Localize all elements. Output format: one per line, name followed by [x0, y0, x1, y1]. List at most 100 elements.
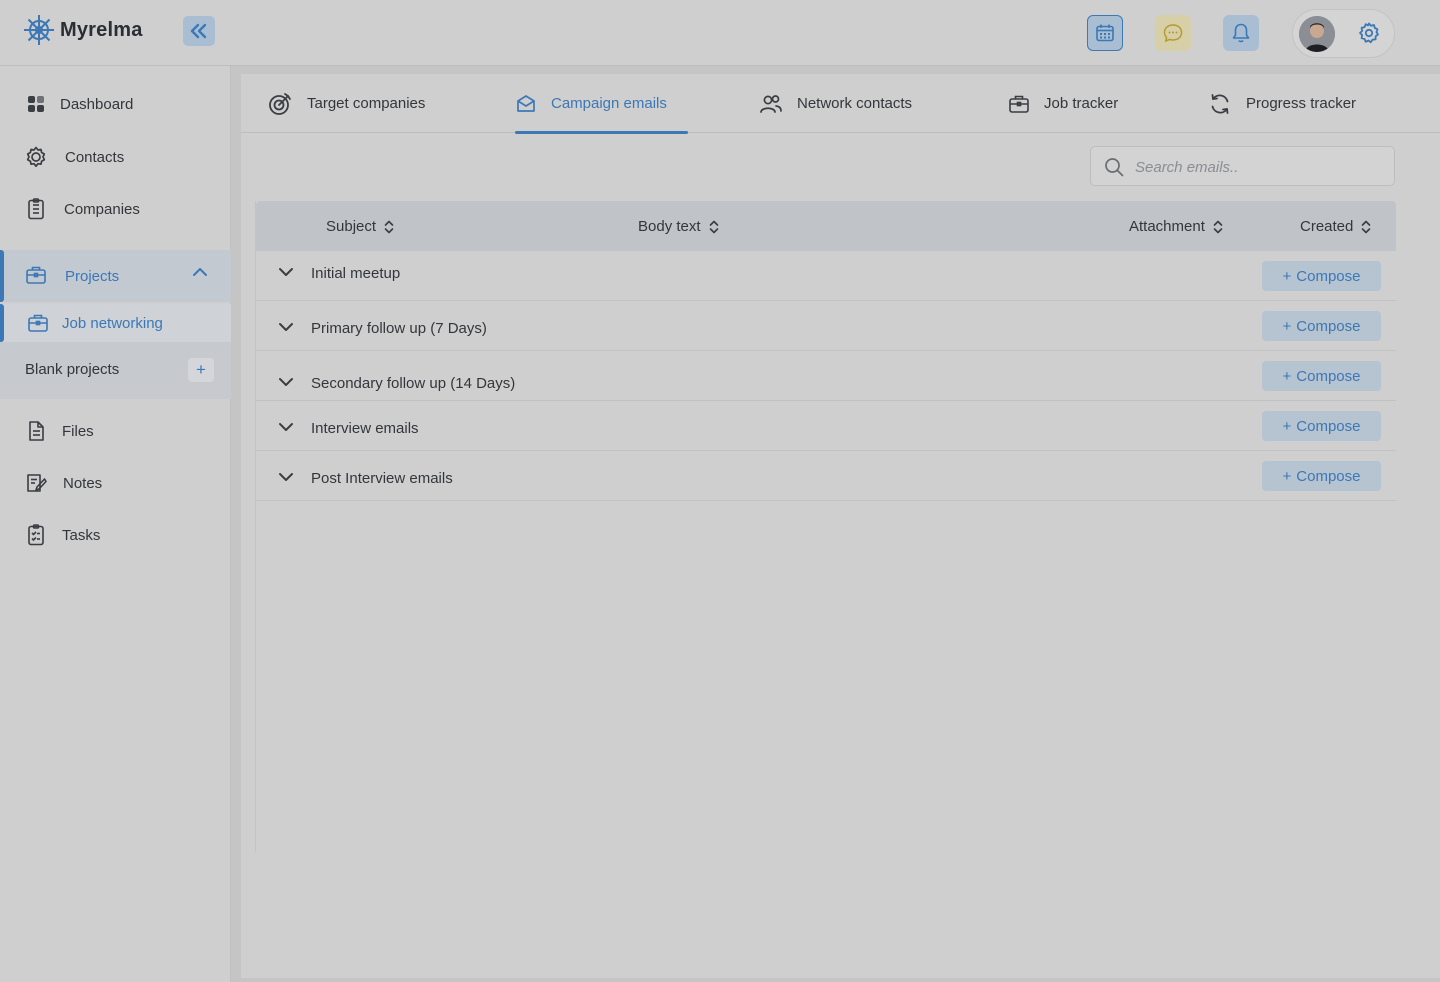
column-label: Subject — [326, 218, 377, 235]
tab-label: Campaign emails — [551, 95, 667, 112]
sidebar-item-notes[interactable]: Notes — [0, 463, 231, 503]
chat-button[interactable] — [1155, 15, 1191, 51]
add-blank-project-button[interactable]: + — [188, 358, 214, 382]
compose-button[interactable]: + Compose — [1262, 261, 1381, 291]
row-subject: Initial meetup — [311, 265, 401, 282]
table-row[interactable]: Post Interview emails + Compose — [256, 451, 1396, 501]
sidebar-item-label: Files — [62, 422, 94, 440]
sidebar-item-dashboard[interactable]: Dashboard — [0, 84, 231, 124]
calendar-button[interactable] — [1087, 15, 1123, 51]
brand-name: Myrelma — [60, 18, 143, 41]
sidebar-item-label: Contacts — [65, 148, 125, 166]
column-header-attachment[interactable]: Attachment — [1129, 218, 1223, 235]
briefcase-icon — [1009, 95, 1029, 113]
avatar[interactable] — [1299, 16, 1335, 52]
sort-icon — [1362, 220, 1371, 233]
tab-network-contacts[interactable]: Network contacts — [759, 74, 912, 133]
compose-button[interactable]: + Compose — [1262, 361, 1381, 391]
sidebar-item-label: Notes — [63, 474, 103, 492]
compose-label: Compose — [1296, 467, 1361, 485]
chevron-down-icon[interactable] — [278, 267, 294, 277]
plus-icon: + — [1282, 467, 1292, 485]
tab-label: Job tracker — [1044, 95, 1119, 112]
tab-campaign-emails[interactable]: Campaign emails — [515, 74, 688, 134]
plus-icon: + — [1282, 267, 1292, 285]
active-indicator — [0, 250, 4, 302]
chevron-down-icon[interactable] — [278, 422, 294, 432]
ship-wheel-icon — [24, 15, 54, 45]
profile-menu[interactable] — [1292, 9, 1395, 58]
column-label: Body text — [638, 218, 701, 235]
refresh-icon — [1211, 93, 1229, 114]
compose-button[interactable]: + Compose — [1262, 311, 1381, 341]
column-label: Attachment — [1129, 218, 1205, 235]
sidebar-item-projects[interactable]: Projects — [0, 250, 231, 302]
collapse-sidebar-button[interactable] — [183, 16, 215, 46]
table-row[interactable]: Interview emails + Compose — [256, 401, 1396, 451]
tab-progress-tracker[interactable]: Progress tracker — [1208, 74, 1356, 133]
sidebar-item-label: Dashboard — [60, 95, 134, 113]
top-bar: Myrelma — [0, 0, 1440, 66]
notes-icon — [25, 472, 47, 494]
emails-table: Subject Body text Attachment Created Ini… — [255, 201, 1396, 852]
sidebar-item-contacts[interactable]: Contacts — [0, 137, 231, 177]
gear-icon[interactable] — [1357, 21, 1381, 45]
plus-icon: + — [1282, 417, 1292, 435]
notifications-button[interactable] — [1223, 15, 1259, 51]
row-subject: Secondary follow up (14 Days) — [311, 375, 516, 392]
sort-icon — [1213, 220, 1223, 233]
sidebar-item-job-networking[interactable]: Job networking — [0, 304, 231, 342]
sidebar-item-companies[interactable]: Companies — [0, 189, 231, 229]
sidebar-item-files[interactable]: Files — [0, 411, 231, 451]
people-icon — [760, 94, 782, 113]
chevron-down-icon[interactable] — [278, 322, 294, 332]
search-icon — [1105, 158, 1124, 177]
logo[interactable]: Myrelma — [22, 13, 143, 47]
sidebar-item-label: Companies — [64, 200, 140, 218]
bell-icon — [1232, 23, 1250, 43]
sidebar-item-blank-projects[interactable]: Blank projects + — [0, 342, 231, 399]
target-icon — [269, 92, 291, 115]
chevron-down-icon[interactable] — [278, 377, 294, 387]
briefcase-icon — [25, 264, 47, 286]
column-header-subject[interactable]: Subject — [326, 218, 394, 235]
mail-icon — [517, 94, 535, 112]
row-subject: Post Interview emails — [311, 470, 453, 487]
file-icon — [25, 420, 47, 442]
tasks-icon — [25, 524, 47, 546]
chevron-up-icon[interactable] — [192, 267, 208, 277]
compose-button[interactable]: + Compose — [1262, 461, 1381, 491]
column-header-body-text[interactable]: Body text — [638, 218, 719, 235]
compose-label: Compose — [1296, 367, 1361, 385]
table-row[interactable]: Initial meetup + Compose — [256, 251, 1396, 301]
double-chevron-left-icon — [190, 23, 207, 39]
companies-icon — [25, 198, 47, 220]
sort-icon — [709, 220, 718, 233]
table-row[interactable]: Primary follow up (7 Days) + Compose — [256, 301, 1396, 351]
tab-label: Target companies — [307, 95, 426, 112]
table-row[interactable]: Secondary follow up (14 Days) + Compose — [256, 351, 1396, 401]
sidebar-item-tasks[interactable]: Tasks — [0, 515, 231, 555]
row-subject: Interview emails — [311, 420, 419, 437]
sidebar-item-label: Blank projects — [25, 361, 120, 378]
chevron-down-icon[interactable] — [278, 472, 294, 482]
search-input[interactable] — [1135, 156, 1385, 178]
dashboard-icon — [25, 93, 47, 115]
active-tab-underline — [515, 131, 688, 134]
tab-target-companies[interactable]: Target companies — [267, 74, 425, 133]
compose-button[interactable]: + Compose — [1262, 411, 1381, 441]
tab-job-tracker[interactable]: Job tracker — [1008, 74, 1118, 133]
column-header-created[interactable]: Created — [1300, 218, 1371, 235]
briefcase-icon — [27, 312, 49, 334]
sidebar-item-label: Job networking — [62, 314, 163, 332]
compose-label: Compose — [1296, 417, 1361, 435]
tab-label: Progress tracker — [1246, 95, 1357, 112]
plus-icon: + — [1282, 317, 1292, 335]
compose-label: Compose — [1296, 267, 1361, 285]
row-subject: Primary follow up (7 Days) — [311, 320, 487, 337]
search-box[interactable] — [1090, 146, 1395, 186]
tab-label: Network contacts — [797, 95, 913, 112]
calendar-icon — [1096, 24, 1114, 42]
sidebar-item-label: Projects — [65, 267, 120, 285]
main-panel: Target companies Campaign emails Network… — [241, 74, 1440, 978]
